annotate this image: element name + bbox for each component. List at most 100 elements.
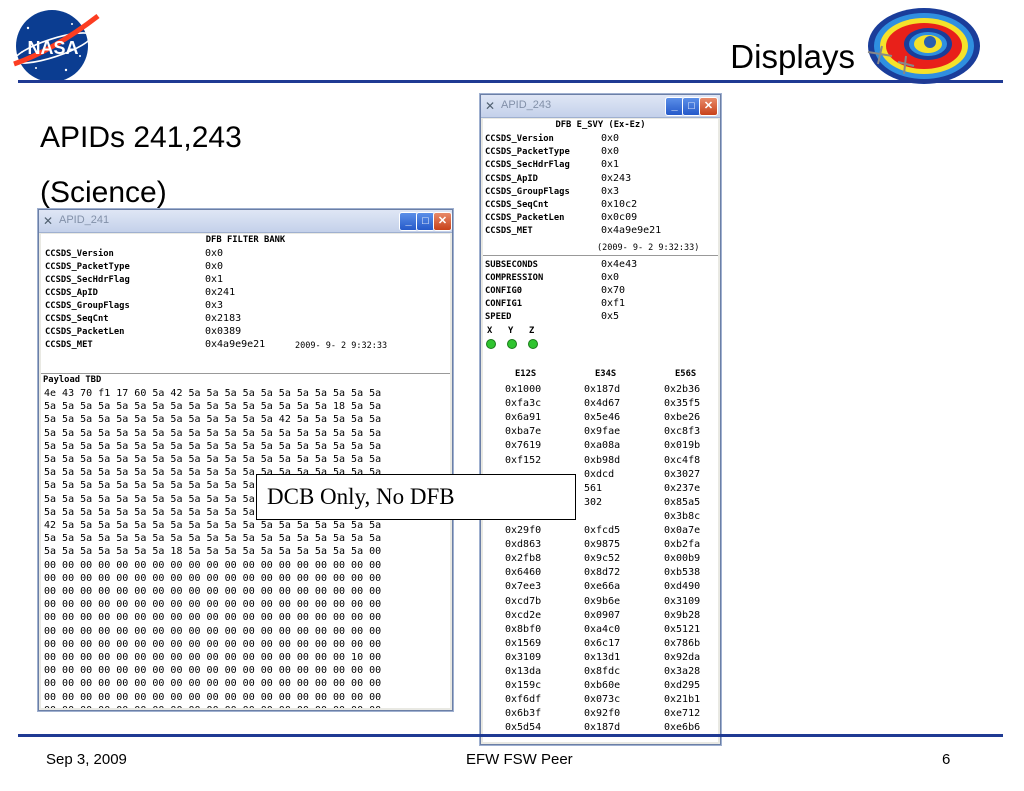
hex-row: 00 00 00 00 00 00 00 00 00 00 00 00 00 0… [44, 705, 381, 708]
field-label: CCSDS_ApID [485, 173, 538, 184]
table-cell: 0xb538 [664, 567, 701, 579]
table-cell: 0x4d67 [584, 398, 621, 410]
axis-label-x: X [487, 326, 493, 336]
table-cell: 0x7619 [505, 440, 542, 452]
column-header: E12S [515, 369, 537, 379]
table-row: 0x2fb8 0x9c52 0x00b9 [483, 553, 718, 567]
field-value: 0x3 [601, 185, 620, 197]
hex-row: 00 00 00 00 00 00 00 00 00 00 00 00 00 0… [44, 638, 382, 650]
window-titlebar[interactable]: ✕ APID_241 _ □ ✕ [39, 210, 452, 233]
hex-row: 00 00 00 00 00 00 00 00 00 00 00 00 00 0… [44, 665, 382, 677]
window-heading: DFB E_SVY (Ex-Ez) [555, 120, 646, 130]
config-value: 0x0 [601, 272, 620, 283]
apid-243-client: DFB E_SVY (Ex-Ez) CCSDS_Version 0x0 CCSDS_… [483, 119, 718, 742]
table-row: 0xba7e 0x9fae 0xc8f3 [483, 426, 718, 440]
table-cell: 0xc8f3 [664, 426, 701, 438]
table-cell: 0xd295 [664, 680, 701, 692]
table-cell: 0x2b36 [664, 384, 701, 395]
config-label: SUBSECONDS [485, 260, 538, 270]
window-titlebar[interactable]: ✕ APID_243 _ □ ✕ [481, 95, 720, 118]
table-cell: 0x00b9 [664, 553, 701, 565]
table-cell: 0x237e [664, 482, 701, 494]
close-button[interactable]: ✕ [699, 97, 718, 116]
met-date: (2009- 9- 2 9:32:33) [597, 243, 700, 253]
table-cell: 0x5d54 [505, 722, 542, 734]
hex-row: 5a 5a 5a 5a 5a 5a 5a 5a 5a 5a 5a 5a 5a 5… [44, 401, 382, 413]
app-icon: ✕ [485, 99, 496, 113]
table-row: 0x6b3f 0x92f0 0xe712 [483, 708, 718, 722]
table-cell: 0x9875 [584, 539, 621, 551]
field-value: 0x10c2 [601, 199, 638, 210]
table-cell: 0xba7e [505, 426, 542, 438]
field-label: CCSDS_MET [45, 340, 93, 350]
table-cell: 0x1000 [505, 384, 542, 395]
table-cell: 0x019b [664, 440, 701, 452]
table-row: 0x8bf0 0xa4c0 0x5121 [483, 624, 718, 638]
field-label: CCSDS_GroupFlags [485, 186, 570, 197]
footer-date: Sep 3, 2009 [46, 751, 127, 768]
table-cell: 0x3a28 [664, 666, 701, 677]
config-value: 0xf1 [601, 298, 626, 309]
table-cell: 0x6b3f [505, 708, 542, 720]
table-cell: 0x21b1 [664, 694, 701, 706]
page-number: 6 [942, 751, 951, 768]
apid-241-window[interactable]: ✕ APID_241 _ □ ✕ DFB FILTER BANK CCSDS_V… [38, 209, 453, 711]
header-rule [18, 80, 1003, 83]
table-row: 0x1569 0x6c17 0x786b [483, 638, 718, 652]
field-value: 0x243 [601, 172, 632, 184]
table-cell: 0x29f0 [505, 525, 542, 536]
field-value: 0x1 [205, 274, 224, 285]
table-cell: 0x073c [584, 694, 621, 706]
hex-row: 00 00 00 00 00 00 00 00 00 00 00 00 00 0… [44, 652, 382, 663]
config-label: COMPRESSION [485, 273, 544, 283]
table-row: 0x1000 0x187d 0x2b36 [483, 384, 718, 398]
config-value: 0x70 [601, 285, 626, 296]
table-cell: 0x0907 [584, 609, 621, 621]
table-cell: 0x6460 [505, 567, 542, 579]
config-value: 0x5 [601, 311, 620, 322]
table-cell: 0xb60e [584, 680, 621, 692]
apid-241-client: DFB FILTER BANK CCSDS_Version 0x0 CCSDS_Pa… [41, 234, 450, 708]
field-label: CCSDS_ApID [45, 288, 98, 298]
field-value: 0x0 [205, 248, 224, 259]
config-label: SPEED [485, 312, 512, 322]
table-cell: 0xe712 [664, 708, 701, 720]
field-value: 0x3 [205, 300, 224, 311]
table-cell: 0x92da [664, 651, 701, 663]
payload-label: Payload TBD [43, 375, 102, 385]
table-cell: 0x2fb8 [505, 553, 542, 565]
table-cell: 0xfa3c [505, 398, 542, 410]
hex-row: 00 00 00 00 00 00 00 00 00 00 00 00 00 0… [44, 586, 382, 597]
radiation-belts-image [867, 8, 980, 84]
table-cell: 0xfcd5 [584, 525, 621, 536]
table-cell: 0xb2fa [664, 539, 701, 551]
table-cell: 0x159c [505, 680, 542, 692]
table-cell: 0xc4f8 [664, 454, 701, 466]
table-cell: 0xd863 [505, 539, 542, 551]
status-led-z [528, 339, 538, 349]
table-row: 0xf152 0xb98d 0xc4f8 [483, 455, 718, 469]
table-row: 0x13da 0x8fdc 0x3a28 [483, 666, 718, 680]
slide-subtitle: APIDs 241,243 (Science) [40, 110, 242, 220]
table-cell: 302 [584, 496, 603, 508]
table-cell: 0x9c52 [584, 553, 621, 565]
hex-row: 42 5a 5a 5a 5a 5a 5a 5a 5a 5a 5a 5a 5a 5… [44, 520, 382, 531]
table-cell: 0xd490 [664, 581, 701, 593]
table-cell: 0x0a7e [664, 525, 701, 536]
table-row: 0xcd2e 0x0907 0x9b28 [483, 610, 718, 624]
apid-243-window[interactable]: ✕ APID_243 _ □ ✕ DFB E_SVY (Ex-Ez) CCSDS… [480, 94, 721, 745]
footer-center: EFW FSW Peer [466, 751, 573, 768]
table-cell: 0x6a91 [505, 412, 542, 424]
field-value: 0x1 [601, 159, 620, 171]
table-cell: 0x35f5 [664, 398, 701, 410]
column-header: E56S [675, 369, 697, 379]
callout-box: DCB Only, No DFB [256, 474, 576, 520]
table-cell: 0x9fae [584, 426, 621, 438]
field-value: 0x0389 [205, 326, 242, 337]
close-button[interactable]: ✕ [433, 212, 452, 231]
table-cell: 0x8fdc [584, 666, 621, 677]
hex-row: 00 00 00 00 00 00 00 00 00 00 00 00 00 0… [44, 599, 382, 611]
hex-row: 00 00 00 00 00 00 00 00 00 00 00 00 00 0… [44, 625, 382, 637]
table-cell: 0xcd7b [505, 595, 542, 607]
window-title: APID_241 [59, 214, 110, 226]
